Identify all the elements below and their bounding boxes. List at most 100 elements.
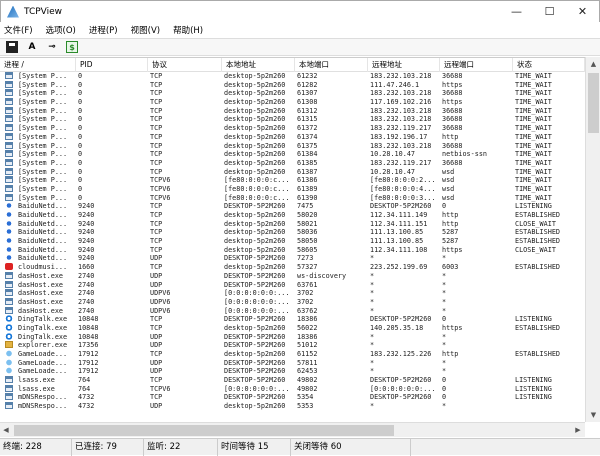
table-row[interactable]: BaiduNetd... 9240 TCP desktop-5p2m260 58021 1… [0,219,585,229]
table-row[interactable]: mDNSRespo... 4732 TCP DESKTOP-5P2M260 5354 DE… [0,393,585,402]
column-header-remote-address[interactable]: 远程地址 [368,58,440,72]
table-row[interactable]: BaiduNetd... 9240 TCP desktop-5p2m260 58050 1… [0,237,585,246]
cell-local-port: 57327 [297,263,318,272]
menu-file[interactable]: 文件(F) [4,24,33,36]
cell-state [513,281,585,290]
table-row[interactable]: GameLoade... 17912 TCP desktop-5p2m260 61152… [0,350,585,359]
table-row[interactable]: [System P... 0 TCP desktop-5p2m260 61375 183.… [0,141,585,151]
vertical-scrollbar[interactable]: ▲ ▼ [585,57,600,422]
vertical-scroll-thumb[interactable] [588,73,599,133]
column-header-state[interactable]: 状态 [513,58,585,72]
cell-pid: 9240 [78,254,95,263]
table-row[interactable]: [System P... 0 TCPV6 [fe80:0:0:0:c... 61386 [… [0,176,585,185]
scroll-down-icon[interactable]: ▼ [586,408,600,422]
cell-remote-address: DESKTOP-5P2M260 [370,202,432,211]
table-row[interactable]: [System P... 0 TCP desktop-5p2m260 61385 183.… [0,158,585,168]
table-row[interactable]: [System P... 0 TCP desktop-5p2m260 61315 183.… [0,115,585,124]
table-row[interactable]: dasHost.exe 2740 UDP DESKTOP-5P2M260 ws-disc… [0,271,585,281]
table-row[interactable]: lsass.exe 764 TCP DESKTOP-5P2M260 49802 DESKT… [0,376,585,385]
cell-local-address: DESKTOP-5P2M260 [224,332,286,341]
process-name: mDNSRespo... [18,402,68,411]
column-header-local-address[interactable]: 本地地址 [222,58,295,72]
table-row[interactable]: [System P... 0 TCP desktop-5p2m260 61312 183.… [0,106,585,116]
scroll-right-icon[interactable]: ▶ [572,423,584,437]
table-row[interactable]: BaiduNetd... 9240 TCP desktop-5p2m260 58036 1… [0,228,585,237]
table-row[interactable]: cloudmusi... 1660 TCP desktop-5p2m260 57327 2… [0,263,585,272]
scroll-up-icon[interactable]: ▲ [586,57,600,71]
table-row[interactable]: [System P... 0 TCP desktop-5p2m260 61307 183.… [0,89,585,98]
table-row[interactable]: dasHost.exe 2740 UDPV6 [0:0:0:0:0:0:... 6376… [0,306,585,316]
column-header-protocol[interactable]: 协议 [148,58,222,72]
table-row[interactable]: BaiduNetd... 9240 TCP desktop-5p2m260 58020 1… [0,211,585,220]
table-row[interactable]: BaiduNetd... 9240 TCP desktop-5p2m260 58605 1… [0,245,585,255]
cell-local-port: 61282 [297,80,318,89]
save-icon[interactable] [6,41,18,53]
table-row[interactable]: DingTalk.exe 10848 TCP desktop-5p2m260 56022… [0,323,585,333]
cell-local-address: [fe80:0:0:0:c... [224,184,290,193]
cell-protocol: TCP [150,263,163,272]
cell-remote-address: * [370,367,375,376]
cell-protocol: TCP [150,202,163,211]
cell-state [513,367,585,376]
table-row[interactable]: lsass.exe 764 TCPV6 [0:0:0:0:0:0:... 49802 [0… [0,384,585,394]
cell-remote-port: * [442,280,447,289]
close-button[interactable]: ✕ [566,2,599,22]
cell-remote-address: * [370,254,375,263]
cell-local-port: ws-discovery [297,271,347,280]
process-name: BaiduNetd... [18,237,68,246]
cell-process: [System P... [0,141,76,151]
table-row[interactable]: [System P... 0 TCPV6 [fe80:0:0:0:c... 61390 [… [0,193,585,203]
cell-protocol: TCP [150,228,163,237]
cell-local-port: 3702 [297,289,314,298]
cell-remote-port: 36688 [442,106,463,115]
horizontal-scrollbar[interactable]: ◀ ▶ [0,422,585,437]
column-header-pid[interactable]: PID [76,58,148,72]
cell-local-address: desktop-5p2m260 [224,72,286,80]
table-row[interactable]: [System P... 0 TCP desktop-5p2m260 61384 10.2… [0,150,585,159]
cell-local-port: 61152 [297,350,318,358]
connect-endpoints-icon[interactable]: ⊸ [46,41,58,53]
cell-pid: 0 [78,176,83,185]
scroll-left-icon[interactable]: ◀ [0,423,12,437]
table-row[interactable]: BaiduNetd... 9240 UDP DESKTOP-5P2M260 7273 * * [0,254,585,263]
maximize-button[interactable]: ☐ [533,2,566,22]
menu-help[interactable]: 帮助(H) [173,24,203,36]
table-row[interactable]: [System P... 0 TCP desktop-5p2m260 61308 117.… [0,98,585,107]
minimize-button[interactable]: — [500,2,533,22]
column-header-remote-port[interactable]: 远程端口 [440,58,513,72]
menu-process[interactable]: 进程(P) [89,24,118,36]
column-header-process[interactable]: 进程 / [0,58,76,72]
table-row[interactable]: dasHost.exe 2740 UDPV6 [0:0:0:0:0:0:... 3702… [0,289,585,298]
table-row[interactable]: BaiduNetd... 9240 TCP DESKTOP-5P2M260 7475 DE… [0,202,585,211]
table-row[interactable]: GameLoade... 17912 UDP DESKTOP-5P2M260 57811… [0,358,585,368]
table-row[interactable]: [System P... 0 TCP desktop-5p2m260 61387 10.2… [0,167,585,177]
refresh-icon[interactable]: $ [66,41,78,53]
baidu-process-icon [5,237,13,245]
cell-remote-address: 183.232.103.218 [370,106,432,115]
cell-remote-port: * [442,402,447,411]
table-row[interactable]: dasHost.exe 2740 UDPV6 [0:0:0:0:0:0:... 3702… [0,297,585,307]
table-row[interactable]: [System P... 0 TCP desktop-5p2m260 61232 183.… [0,72,585,81]
table-row[interactable]: [System P... 0 TCP desktop-5p2m260 61282 111.… [0,80,585,90]
cell-process: [System P... [0,80,76,90]
status-endpoints: 终端: 228 [0,438,72,456]
table-row[interactable]: [System P... 0 TCPV6 [fe80:0:0:0:c... 61389 [… [0,184,585,194]
cell-pid: 0 [78,150,83,159]
table-row[interactable]: dasHost.exe 2740 UDP DESKTOP-5P2M260 63761 * * [0,280,585,290]
table-row[interactable]: mDNSRespo... 4732 UDP desktop-5p2m260 5353 * * [0,402,585,411]
menu-view[interactable]: 视图(V) [131,24,160,36]
table-row[interactable]: [System P... 0 TCP desktop-5p2m260 61372 183.… [0,124,585,133]
table-row[interactable]: [System P... 0 TCP desktop-5p2m260 61374 183.… [0,132,585,142]
cell-remote-address: * [370,306,375,315]
table-row[interactable]: GameLoade... 17912 UDP DESKTOP-5P2M260 62453… [0,367,585,376]
table-row[interactable]: explorer.exe 17356 UDP DESKTOP-5P2M260 51012… [0,341,585,350]
cell-remote-address: DESKTOP-5P2M260 [370,376,432,385]
resolve-addresses-icon[interactable]: A [26,41,38,53]
menu-options[interactable]: 选项(O) [46,24,76,36]
horizontal-scroll-thumb[interactable] [14,425,394,436]
column-header-local-port[interactable]: 本地端口 [295,58,368,72]
cell-protocol: TCP [150,98,163,107]
window-process-icon [5,124,13,132]
table-row[interactable]: DingTalk.exe 10848 UDP DESKTOP-5P2M260 18386… [0,332,585,342]
table-row[interactable]: DingTalk.exe 10848 TCP DESKTOP-5P2M260 18386… [0,315,585,324]
